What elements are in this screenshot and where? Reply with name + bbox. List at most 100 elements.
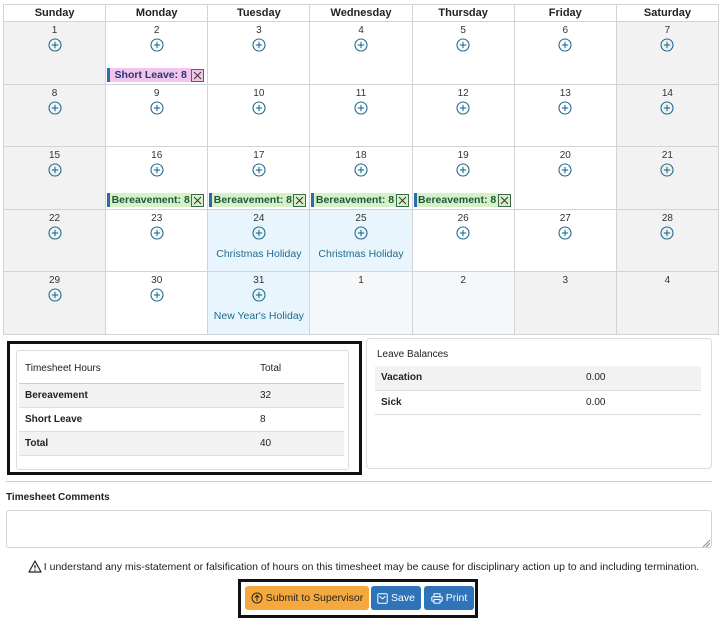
add-entry-icon[interactable]	[150, 163, 164, 177]
calendar-day-cell: 2 Short Leave: 8	[105, 21, 209, 85]
calendar-day-cell: 5	[411, 21, 515, 85]
add-entry-icon[interactable]	[150, 288, 164, 302]
calendar-day-cell: 11	[309, 83, 413, 148]
add-entry-icon[interactable]	[660, 163, 674, 177]
table-row: Vacation 0.00	[375, 366, 701, 391]
day-number: 10	[253, 87, 265, 99]
leave-balances-panel: Leave Balances Vacation 0.00 Sick 0.00	[366, 338, 712, 469]
add-entry-icon[interactable]	[354, 101, 368, 115]
submit-to-supervisor-button[interactable]: Submit to Supervisor	[245, 586, 369, 610]
calendar-week-row: 22 23 24 Christmas Holiday 25 Christmas Holid…	[2, 208, 720, 273]
day-header-tuesday: Tuesday	[207, 4, 311, 22]
day-number: 17	[253, 150, 265, 162]
add-entry-icon[interactable]	[48, 226, 62, 240]
add-entry-icon[interactable]	[354, 38, 368, 52]
add-entry-icon[interactable]	[252, 38, 266, 52]
calendar-day-cell: 22	[2, 208, 107, 273]
hours-row-value: 8	[254, 407, 344, 432]
remove-leave-icon[interactable]	[191, 193, 205, 207]
day-number: 15	[49, 150, 61, 162]
add-entry-icon[interactable]	[150, 101, 164, 115]
add-entry-icon[interactable]	[558, 38, 572, 52]
calendar-day-cell: 3	[207, 21, 311, 85]
add-entry-icon[interactable]	[252, 163, 266, 177]
leave-entry-tag[interactable]: Bereavement: 8	[413, 193, 511, 208]
calendar-day-cell: 24 Christmas Holiday	[207, 208, 311, 273]
add-entry-icon[interactable]	[456, 226, 470, 240]
calendar-day-cell: 7	[615, 21, 720, 85]
day-header-saturday: Saturday	[615, 4, 720, 22]
leave-entry-tag[interactable]: Bereavement: 8	[107, 193, 205, 208]
day-number: 22	[49, 212, 61, 224]
disclaimer: I understand any mis-statement or falsif…	[0, 560, 727, 573]
add-entry-icon[interactable]	[48, 163, 62, 177]
day-number: 23	[151, 212, 163, 224]
day-number: 12	[457, 87, 469, 99]
leave-entry-tag[interactable]: Short Leave: 8	[107, 68, 205, 82]
add-entry-icon[interactable]	[150, 226, 164, 240]
upload-circle-icon	[251, 592, 263, 604]
calendar-day-cell: 17 Bereavement: 8	[207, 146, 311, 210]
day-number: 7	[664, 25, 671, 36]
day-number: 11	[355, 87, 367, 99]
calendar-day-cell: 9	[105, 83, 209, 148]
add-entry-icon[interactable]	[456, 163, 470, 177]
add-entry-icon[interactable]	[660, 226, 674, 240]
leave-tag-label: Bereavement: 8	[212, 193, 294, 208]
add-entry-icon[interactable]	[558, 163, 572, 177]
day-number: 9	[153, 87, 160, 99]
add-entry-icon[interactable]	[660, 38, 674, 52]
action-buttons-highlight: Submit to Supervisor Save Print	[238, 579, 478, 618]
add-entry-icon[interactable]	[252, 101, 266, 115]
leave-entry-tag[interactable]: Bereavement: 8	[209, 193, 307, 208]
warning-icon	[28, 560, 42, 573]
resize-grip-icon[interactable]	[702, 539, 710, 547]
remove-leave-icon[interactable]	[293, 193, 307, 207]
add-entry-icon[interactable]	[558, 101, 572, 115]
remove-leave-icon[interactable]	[395, 193, 409, 207]
calendar-header-row: Sunday Monday Tuesday Wednesday Thursday Frid…	[2, 4, 720, 22]
add-entry-icon[interactable]	[252, 288, 266, 302]
print-button[interactable]: Print	[424, 586, 474, 610]
save-button[interactable]: Save	[371, 586, 421, 610]
balance-row-label: Vacation	[375, 366, 580, 391]
table-row: Bereavement 32	[19, 383, 344, 408]
calendar-day-cell: 23	[105, 208, 209, 273]
calendar-day-cell: 30	[105, 271, 209, 335]
add-entry-icon[interactable]	[48, 288, 62, 302]
calendar-body: 1 2 Short Leave: 8 3 4 5 6 7 8 9 10 11 12 13 14 15 16 Ber…	[2, 21, 720, 335]
calendar-day-cell: 4	[615, 271, 720, 335]
add-entry-icon[interactable]	[150, 38, 164, 52]
calendar-day-cell: 26	[411, 208, 515, 273]
calendar-day-cell: 28	[615, 208, 720, 273]
printer-icon	[431, 592, 443, 604]
add-entry-icon[interactable]	[354, 226, 368, 240]
day-header-thursday: Thursday	[411, 4, 515, 22]
calendar-day-cell: 1	[309, 271, 413, 335]
add-entry-icon[interactable]	[558, 226, 572, 240]
day-number: 31	[253, 275, 265, 287]
calendar-day-cell: 4	[309, 21, 413, 85]
remove-leave-icon[interactable]	[191, 68, 205, 82]
add-entry-icon[interactable]	[456, 38, 470, 52]
day-number: 20	[559, 150, 571, 162]
calendar-day-cell: 19 Bereavement: 8	[411, 146, 515, 210]
add-entry-icon[interactable]	[252, 226, 266, 240]
balance-row-label: Sick	[375, 390, 580, 415]
add-entry-icon[interactable]	[48, 101, 62, 115]
calendar-day-cell: 15	[2, 146, 107, 210]
add-entry-icon[interactable]	[456, 101, 470, 115]
remove-leave-icon[interactable]	[497, 193, 511, 207]
day-number: 25	[355, 212, 367, 224]
calendar-week-row: 8 9 10 11 12 13 14	[2, 83, 720, 148]
timesheet-hours-table: Timesheet Hours Total Bereavement 32 Sho…	[19, 355, 344, 456]
comments-textarea[interactable]	[6, 510, 712, 548]
add-entry-icon[interactable]	[48, 38, 62, 52]
day-header-wednesday: Wednesday	[309, 4, 413, 22]
add-entry-icon[interactable]	[354, 163, 368, 177]
calendar-day-cell: 8	[2, 83, 107, 148]
leave-entry-tag[interactable]: Bereavement: 8	[311, 193, 409, 208]
day-number: 4	[664, 275, 671, 287]
leave-tag-label: Bereavement: 8	[314, 193, 396, 208]
add-entry-icon[interactable]	[660, 101, 674, 115]
